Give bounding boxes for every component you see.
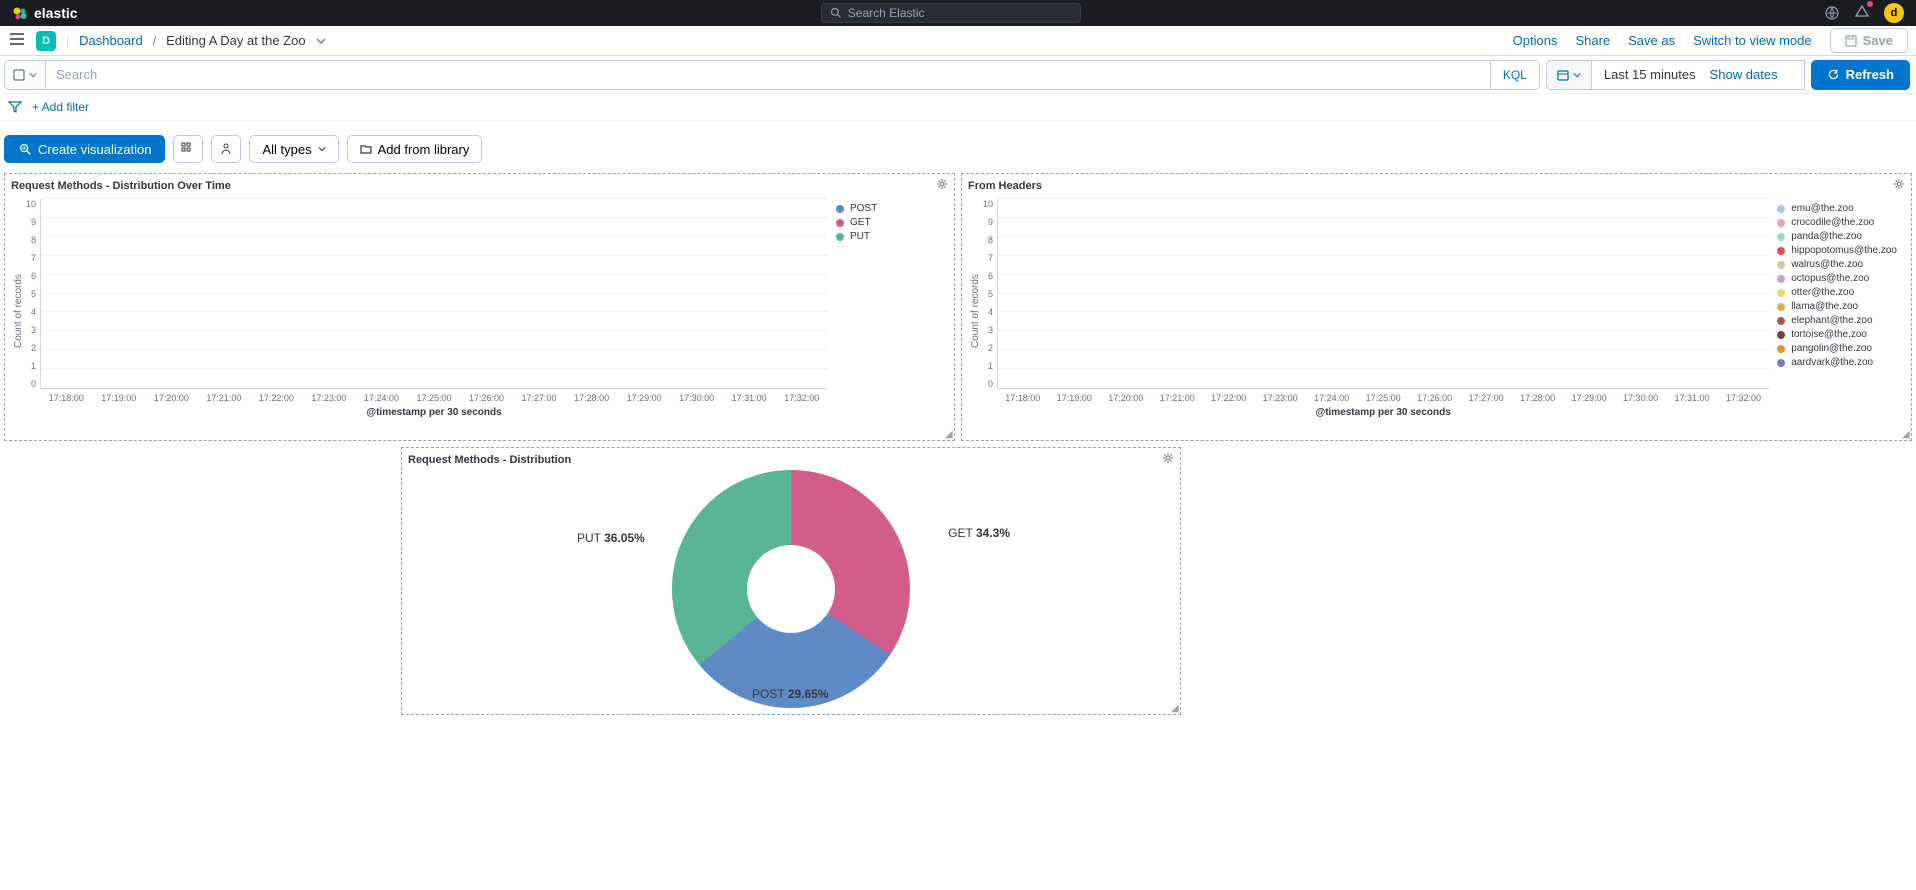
share-link[interactable]: Share <box>1575 33 1610 48</box>
chart-bars[interactable] <box>997 199 1769 389</box>
chevron-down-icon <box>318 145 326 153</box>
gear-icon[interactable] <box>1893 178 1905 193</box>
query-bar: Search KQL Last 15 minutes Show dates Re… <box>0 56 1916 94</box>
x-axis-ticks: 17:18:0017:19:0017:20:0017:21:0017:22:00… <box>40 393 828 403</box>
elastic-logo[interactable]: elastic <box>12 5 78 21</box>
save-button[interactable]: Save <box>1830 28 1908 53</box>
app-nav: D | Dashboard / Editing A Day at the Zoo… <box>0 26 1916 56</box>
show-dates-link[interactable]: Show dates <box>1696 67 1792 82</box>
resize-handle[interactable]: ◢ <box>1902 431 1910 439</box>
slice-label-get: GET 34.3% <box>948 526 1010 540</box>
breadcrumb-separator: / <box>153 34 156 48</box>
refresh-icon <box>1827 68 1840 81</box>
panel-request-methods-time[interactable]: Request Methods - Distribution Over Time… <box>4 173 955 441</box>
panel-from-headers[interactable]: From Headers Count of records 1098765432… <box>961 173 1912 441</box>
panel-title: Request Methods - Distribution <box>408 454 571 466</box>
global-search-placeholder: Search Elastic <box>848 6 925 20</box>
space-selector[interactable]: D <box>36 31 56 51</box>
alerts-icon[interactable] <box>1854 4 1870 23</box>
chevron-down-icon <box>29 71 37 79</box>
folder-icon <box>360 143 372 155</box>
query-input[interactable]: Search <box>46 60 1491 90</box>
y-axis-ticks: 109876543210 <box>983 199 997 389</box>
slice-label-post: POST 29.65% <box>752 687 829 701</box>
saved-query-menu[interactable] <box>4 60 46 90</box>
slice-label-put: PUT 36.05% <box>577 531 645 545</box>
disk-icon <box>13 69 25 81</box>
save-icon <box>1845 35 1857 47</box>
chart-bars[interactable] <box>40 199 828 389</box>
create-visualization-button[interactable]: Create visualization <box>4 135 165 163</box>
y-axis-label: Count of records <box>11 199 26 423</box>
brand-name: elastic <box>34 5 78 21</box>
y-axis-label: Count of records <box>968 199 983 423</box>
options-link[interactable]: Options <box>1513 33 1558 48</box>
user-avatar[interactable]: d <box>1884 3 1904 23</box>
refresh-button[interactable]: Refresh <box>1811 60 1910 90</box>
chart-legend[interactable]: POSTGETPUT <box>828 199 948 423</box>
elastic-logo-icon <box>12 5 28 21</box>
global-search[interactable]: Search Elastic <box>821 3 1081 23</box>
search-icon <box>830 7 842 19</box>
controls-button[interactable] <box>173 135 203 163</box>
panel-title: Request Methods - Distribution Over Time <box>11 180 231 192</box>
date-quick-menu[interactable] <box>1546 60 1592 90</box>
filter-bar: + Add filter <box>0 94 1916 121</box>
dashboard-grid: Request Methods - Distribution Over Time… <box>0 173 1916 715</box>
x-axis-label: @timestamp per 30 seconds <box>40 407 828 418</box>
add-from-library-button[interactable]: Add from library <box>347 135 483 163</box>
resize-handle[interactable]: ◢ <box>945 431 953 439</box>
lens-icon <box>18 142 32 156</box>
newsfeed-icon[interactable] <box>1824 5 1840 21</box>
gear-icon[interactable] <box>1162 452 1174 467</box>
panel-request-methods-dist[interactable]: Request Methods - Distribution GET 34.3%… <box>401 447 1181 715</box>
gear-icon[interactable] <box>936 178 948 193</box>
dashboard-toolbar: Create visualization All types Add from … <box>0 121 1916 173</box>
chart-legend[interactable]: emu@the.zoocrocodile@the.zoopanda@the.zo… <box>1769 199 1905 423</box>
filter-icon[interactable] <box>8 100 22 114</box>
kql-toggle[interactable]: KQL <box>1491 60 1540 90</box>
nav-toggle-icon[interactable] <box>8 33 26 48</box>
donut-chart[interactable]: GET 34.3% POST 29.65% PUT 36.05% <box>402 471 1180 707</box>
global-header: elastic Search Elastic d <box>0 0 1916 26</box>
text-button[interactable] <box>211 135 241 163</box>
chevron-down-icon[interactable] <box>316 36 326 46</box>
save-as-link[interactable]: Save as <box>1628 33 1675 48</box>
calendar-icon <box>1557 69 1569 81</box>
date-range-display[interactable]: Last 15 minutes Show dates <box>1592 60 1805 90</box>
y-axis-ticks: 109876543210 <box>26 199 40 389</box>
chevron-down-icon <box>1573 71 1581 79</box>
resize-handle[interactable]: ◢ <box>1171 705 1179 713</box>
breadcrumb-current: Editing A Day at the Zoo <box>166 33 305 48</box>
panel-title: From Headers <box>968 180 1042 192</box>
x-axis-label: @timestamp per 30 seconds <box>997 407 1769 418</box>
add-filter-link[interactable]: + Add filter <box>32 100 89 114</box>
switch-view-link[interactable]: Switch to view mode <box>1693 33 1812 48</box>
breadcrumb-root[interactable]: Dashboard <box>79 33 143 48</box>
all-types-select[interactable]: All types <box>249 135 338 163</box>
x-axis-ticks: 17:18:0017:19:0017:20:0017:21:0017:22:00… <box>997 393 1769 403</box>
